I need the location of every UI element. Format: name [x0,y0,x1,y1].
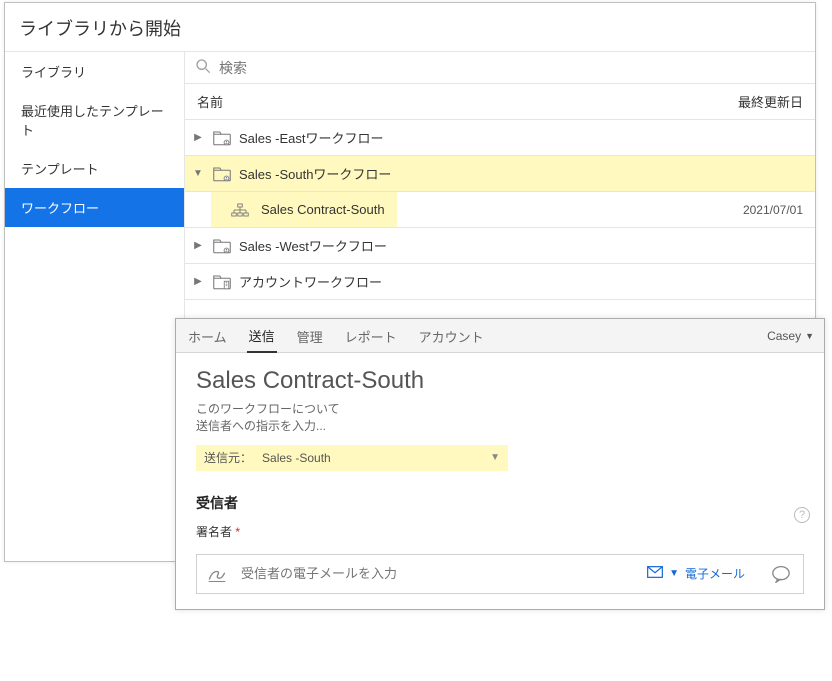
chevron-down-icon: ▼ [490,452,500,463]
expander-icon[interactable]: ▶ [189,132,207,143]
sidebar-item-templates[interactable]: テンプレート [5,149,184,188]
delivery-method-label: 電子メール [685,565,745,582]
tab-label: 送信 [249,329,275,344]
sidebar-item-library[interactable]: ライブラリ [5,52,184,91]
group-folder-icon [213,130,233,146]
send-from-selector[interactable]: 送信元： Sales -South ▼ [196,445,508,471]
tab-label: ホーム [188,330,227,345]
signer-label-row: 署名者 * [196,523,804,540]
recipients-heading: 受信者 [196,493,804,513]
tab-send[interactable]: 送信 [247,318,277,353]
workflow-title: Sales Contract-South [196,367,804,395]
signer-pen-icon[interactable] [207,564,229,584]
help-icon[interactable]: ? [794,507,810,523]
group-row-sales-south[interactable]: ▼ Sales -Southワークフロー [185,156,815,192]
sidebar-item-recent-templates[interactable]: 最近使用したテンプレート [5,91,184,149]
sidebar-item-label: ワークフロー [21,201,99,216]
group-row-account[interactable]: ▶ アカウントワークフロー [185,264,815,300]
tab-label: 管理 [297,330,323,345]
column-updated-header[interactable]: 最終更新日 [738,92,803,111]
column-headers: 名前 最終更新日 [185,84,815,120]
user-name: Casey [767,329,801,343]
group-folder-icon [213,166,233,182]
search-input[interactable] [219,60,805,76]
sidebar-item-label: 最近使用したテンプレート [21,104,164,138]
delivery-method-selector[interactable]: ▼ 電子メール [647,565,745,582]
window2-body: Sales Contract-South このワークフローについて 送信者への指… [176,353,824,609]
item-date: 2021/07/01 [743,203,803,217]
group-row-sales-east[interactable]: ▶ Sales -Eastワークフロー [185,120,815,156]
group-label: アカウントワークフロー [239,272,803,291]
tab-account[interactable]: アカウント [417,319,486,352]
expander-icon[interactable]: ▶ [189,240,207,251]
group-row-sales-west[interactable]: ▶ Sales -Westワークフロー [185,228,815,264]
message-icon[interactable] [771,565,793,583]
sidebar-item-label: テンプレート [21,162,99,177]
sidebar-item-label: ライブラリ [21,65,86,80]
chevron-down-icon: ▼ [669,568,679,579]
search-icon [195,58,211,77]
tab-home[interactable]: ホーム [186,319,229,352]
workflow-icon [231,203,251,217]
signer-label: 署名者 [196,525,232,539]
user-menu[interactable]: Casey ▼ [767,329,814,343]
sidebar: ライブラリ 最近使用したテンプレート テンプレート ワークフロー [5,52,185,565]
item-label: Sales Contract-South [261,202,385,217]
tab-label: アカウント [419,330,484,345]
group-folder-icon [213,238,233,254]
recipient-email-input[interactable] [241,566,635,581]
send-workflow-window: ホーム 送信 管理 レポート アカウント Casey ▼ Sales Contr… [175,318,825,610]
required-marker: * [235,525,240,539]
group-label: Sales -Westワークフロー [239,236,803,255]
tab-manage[interactable]: 管理 [295,319,325,352]
dialog-title: ライブラリから開始 [5,3,815,51]
group-label: Sales -Southワークフロー [239,164,803,183]
send-from-label: 送信元： [204,449,252,466]
workflow-desc-1: このワークフローについて [196,401,804,418]
sidebar-item-workflows[interactable]: ワークフロー [5,188,184,227]
tab-bar: ホーム 送信 管理 レポート アカウント Casey ▼ [176,319,824,353]
search-row [185,52,815,84]
expander-icon[interactable]: ▼ [189,168,207,179]
send-from-value: Sales -South [262,451,331,465]
recipient-email-row: ▼ 電子メール [196,554,804,594]
column-name-header[interactable]: 名前 [197,92,223,111]
envelope-icon [647,566,663,581]
tab-label: レポート [345,330,397,345]
tab-reports[interactable]: レポート [343,319,399,352]
tree: ▶ Sales -Eastワークフロー ▼ Sales -Southワークフロー [185,120,815,300]
chevron-down-icon: ▼ [805,331,814,341]
item-row-sales-contract-south[interactable]: Sales Contract-South 2021/07/01 [185,192,815,228]
building-folder-icon [213,274,233,290]
workflow-desc-2: 送信者への指示を入力... [196,418,804,435]
expander-icon[interactable]: ▶ [189,276,207,287]
group-label: Sales -Eastワークフロー [239,128,803,147]
